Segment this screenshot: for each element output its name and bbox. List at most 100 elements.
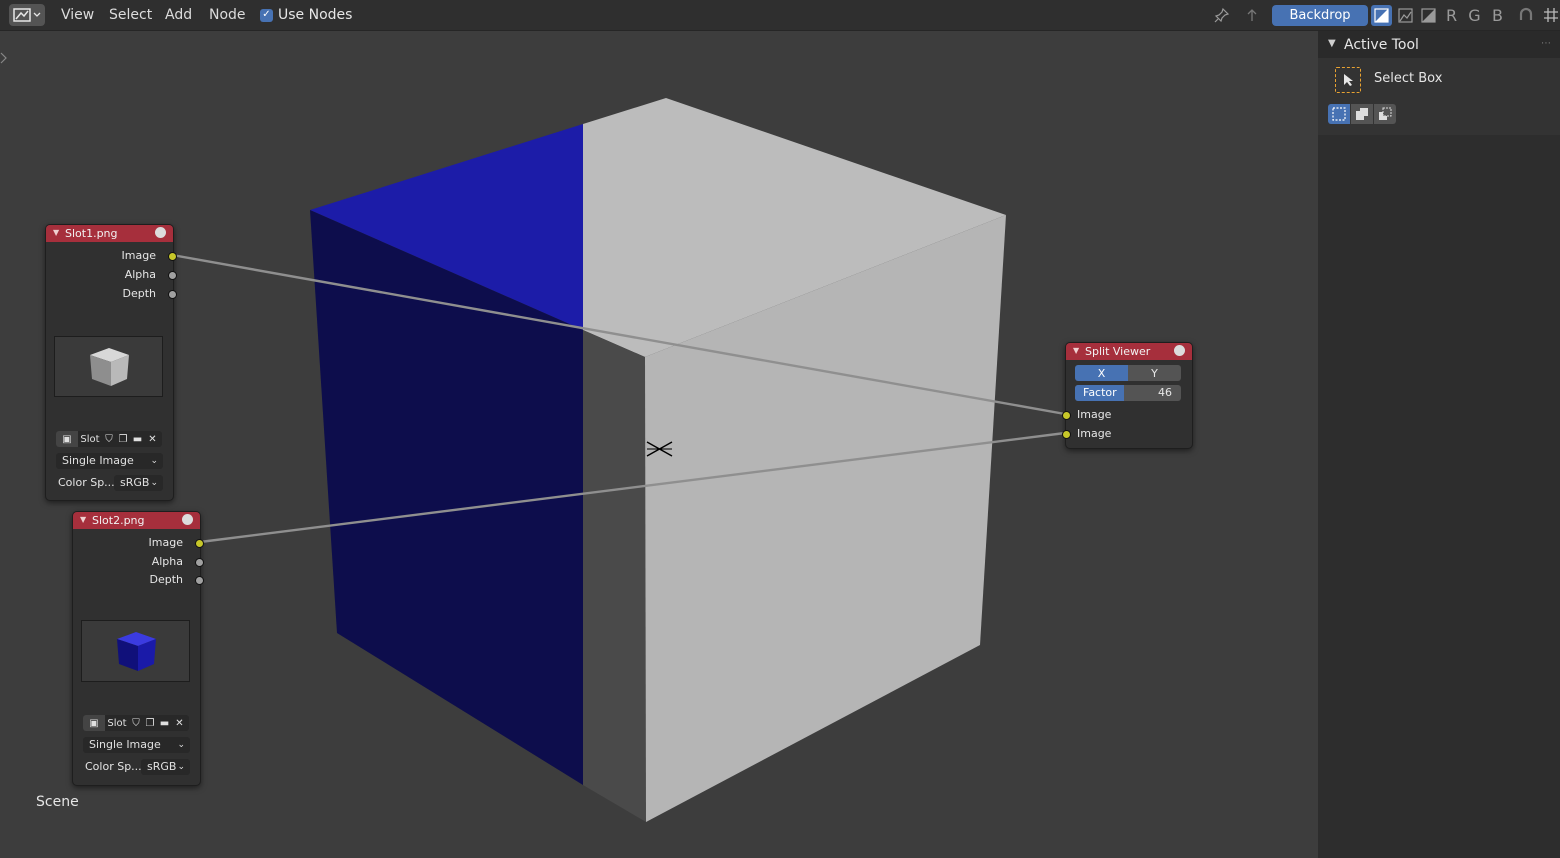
panel-collapse-icon[interactable]: ▼ xyxy=(1328,38,1336,49)
factor-slider[interactable]: Factor 46 xyxy=(1075,385,1181,401)
image-thumbnail xyxy=(81,620,190,682)
color-space-label: Color Sp... xyxy=(85,760,142,773)
node-preview-toggle-icon[interactable] xyxy=(182,514,193,525)
collapse-triangle-icon[interactable]: ▼ xyxy=(80,515,86,524)
toolbar-expand-icon[interactable] xyxy=(0,51,8,65)
use-nodes-label: Use Nodes xyxy=(278,7,353,23)
input-label-image-1: Image xyxy=(1077,408,1112,421)
duplicate-image-icon[interactable]: ❐ xyxy=(143,715,157,731)
backdrop-color-alpha-icon[interactable] xyxy=(1371,5,1392,26)
menu-view[interactable]: View xyxy=(61,7,94,23)
open-file-folder-icon[interactable]: ▬ xyxy=(130,431,145,447)
sidebar-panel: ▼ Active Tool ⋯ Select Box xyxy=(1318,31,1560,858)
collapse-triangle-icon[interactable]: ▼ xyxy=(53,228,59,237)
chevron-down-icon: ⌄ xyxy=(150,456,158,466)
selection-mode-buttons xyxy=(1328,104,1396,124)
color-space-value: sRGB xyxy=(147,760,177,773)
image-node-slot1[interactable]: ▼ Slot1.png Image Alpha Depth ▣ Slot ⛉ ❐… xyxy=(45,224,177,501)
backdrop-alpha-icon[interactable] xyxy=(1418,5,1439,26)
parent-node-tree-icon[interactable] xyxy=(1242,5,1262,25)
output-label-depth: Depth xyxy=(122,287,156,300)
backdrop-color-icon[interactable] xyxy=(1395,5,1416,26)
slot-name-field[interactable]: Slot xyxy=(78,431,102,447)
chevron-down-icon: ⌄ xyxy=(177,762,185,772)
image-source-value: Single Image xyxy=(62,454,134,467)
color-space-select[interactable]: sRGB ⌄ xyxy=(141,759,190,775)
axis-x-button[interactable]: X xyxy=(1075,365,1128,381)
snap-grid-icon[interactable] xyxy=(1542,5,1560,25)
fake-user-shield-icon[interactable]: ⛉ xyxy=(129,715,143,731)
open-file-folder-icon[interactable]: ▬ xyxy=(157,715,172,731)
use-nodes-checkbox[interactable]: ✓ xyxy=(260,8,273,22)
output-socket-depth[interactable] xyxy=(195,576,204,585)
output-socket-depth[interactable] xyxy=(168,290,177,299)
image-thumbnail xyxy=(54,336,163,397)
output-socket-image[interactable] xyxy=(195,539,204,548)
output-label-image: Image xyxy=(148,536,183,549)
color-space-select[interactable]: sRGB ⌄ xyxy=(114,475,163,491)
output-socket-alpha[interactable] xyxy=(168,271,177,280)
fake-user-shield-icon[interactable]: ⛉ xyxy=(102,431,116,447)
snap-magnet-icon[interactable] xyxy=(1516,5,1536,25)
split-viewer-node[interactable]: ▼ Split Viewer X Y Factor 46 Image Image xyxy=(1062,342,1193,449)
input-socket-image-2[interactable] xyxy=(1062,430,1071,439)
channel-b-button[interactable]: B xyxy=(1487,5,1508,26)
editor-type-selector[interactable] xyxy=(9,4,45,26)
active-tool-name: Select Box xyxy=(1374,71,1443,86)
menu-select[interactable]: Select xyxy=(109,7,152,23)
node-title: Slot2.png xyxy=(92,514,145,527)
image-node-slot1-header[interactable]: ▼ Slot1.png xyxy=(46,225,173,242)
chevron-down-icon xyxy=(33,12,41,17)
select-extend-icon[interactable] xyxy=(1351,104,1373,124)
scene-label: Scene xyxy=(36,794,79,810)
channel-r-button[interactable]: R xyxy=(1441,5,1462,26)
node-editor-header: View Select Add Node ✓ Use Nodes Backdro… xyxy=(0,0,1560,31)
pin-icon[interactable] xyxy=(1212,5,1232,25)
unlink-close-icon[interactable]: ✕ xyxy=(172,715,187,731)
output-label-alpha: Alpha xyxy=(151,555,183,568)
image-source-select[interactable]: Single Image ⌄ xyxy=(56,453,163,469)
backdrop-toggle-button[interactable]: Backdrop xyxy=(1272,5,1368,26)
image-node-slot2-header[interactable]: ▼ Slot2.png xyxy=(73,512,200,529)
factor-label: Factor xyxy=(1083,386,1117,399)
select-new-icon[interactable] xyxy=(1328,104,1350,124)
collapse-triangle-icon[interactable]: ▼ xyxy=(1073,346,1079,355)
slot-name-field[interactable]: Slot xyxy=(105,715,129,731)
chevron-down-icon: ⌄ xyxy=(150,478,158,488)
unlink-close-icon[interactable]: ✕ xyxy=(145,431,160,447)
node-title: Slot1.png xyxy=(65,227,118,240)
node-preview-toggle-icon[interactable] xyxy=(1174,345,1185,356)
active-tool-panel-body: Select Box xyxy=(1318,58,1560,135)
image-source-select[interactable]: Single Image ⌄ xyxy=(83,737,190,753)
duplicate-image-icon[interactable]: ❐ xyxy=(116,431,130,447)
menu-node[interactable]: Node xyxy=(209,7,246,23)
node-editor-icon xyxy=(13,8,31,22)
select-box-tool-icon[interactable] xyxy=(1335,67,1361,93)
factor-value: 46 xyxy=(1158,386,1172,399)
image-browse-icon[interactable]: ▣ xyxy=(83,715,105,731)
node-preview-toggle-icon[interactable] xyxy=(155,227,166,238)
menu-add[interactable]: Add xyxy=(165,7,192,23)
image-slot-row: ▣ Slot ⛉ ❐ ▬ ✕ xyxy=(83,715,189,731)
use-nodes-toggle[interactable]: ✓ Use Nodes xyxy=(260,7,352,23)
image-browse-icon[interactable]: ▣ xyxy=(56,431,78,447)
active-tool-panel-header[interactable]: ▼ Active Tool ⋯ xyxy=(1318,31,1560,58)
split-axis-toggle: X Y xyxy=(1075,365,1181,381)
node-title: Split Viewer xyxy=(1085,345,1151,358)
axis-y-button[interactable]: Y xyxy=(1128,365,1181,381)
output-label-image: Image xyxy=(121,249,156,262)
color-space-value: sRGB xyxy=(120,476,150,489)
output-socket-alpha[interactable] xyxy=(195,558,204,567)
split-viewer-node-header[interactable]: ▼ Split Viewer xyxy=(1066,343,1192,360)
output-socket-image[interactable] xyxy=(168,252,177,261)
channel-g-button[interactable]: G xyxy=(1464,5,1485,26)
drag-handle-icon[interactable]: ⋯ xyxy=(1541,38,1552,49)
panel-title: Active Tool xyxy=(1344,37,1419,53)
select-subtract-icon[interactable] xyxy=(1374,104,1396,124)
image-slot-row: ▣ Slot ⛉ ❐ ▬ ✕ xyxy=(56,431,162,447)
input-label-image-2: Image xyxy=(1077,427,1112,440)
color-space-label: Color Sp... xyxy=(58,476,115,489)
image-source-value: Single Image xyxy=(89,738,161,751)
image-node-slot2[interactable]: ▼ Slot2.png Image Alpha Depth ▣ Slot ⛉ ❐… xyxy=(72,511,204,786)
input-socket-image-1[interactable] xyxy=(1062,411,1071,420)
